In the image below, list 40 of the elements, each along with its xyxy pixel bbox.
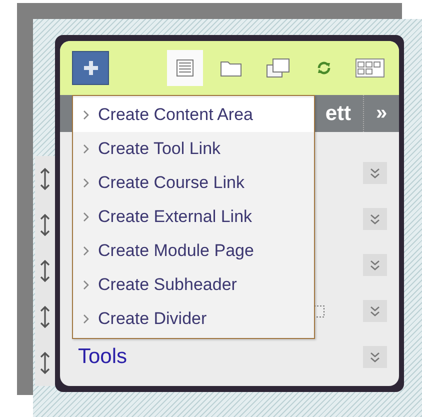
expand-button[interactable] bbox=[363, 208, 387, 230]
chevron-icon bbox=[83, 212, 89, 222]
drag-handle-icon[interactable] bbox=[40, 305, 50, 329]
expand-button[interactable] bbox=[363, 254, 387, 276]
expand-button[interactable] bbox=[363, 300, 387, 322]
menu-item[interactable]: Create Divider bbox=[73, 302, 314, 336]
menu-link[interactable]: Tools bbox=[78, 345, 128, 369]
toolbar-button[interactable] bbox=[167, 50, 203, 86]
menu-item[interactable]: Create Course Link bbox=[73, 166, 314, 200]
list-icon bbox=[176, 59, 194, 77]
drag-handle-icon[interactable] bbox=[40, 351, 50, 375]
windows-icon bbox=[266, 58, 290, 78]
chevron-icon bbox=[83, 246, 89, 256]
chevron-icon bbox=[83, 144, 89, 154]
header-title: ett bbox=[325, 102, 352, 126]
drag-handle-icon[interactable] bbox=[40, 167, 50, 191]
drag-handle-icon[interactable] bbox=[40, 213, 50, 237]
folder-icon bbox=[220, 59, 242, 77]
expand-button[interactable] bbox=[363, 346, 387, 368]
menu-item[interactable]: Create Tool Link bbox=[73, 132, 314, 166]
refresh-icon bbox=[316, 60, 332, 76]
chevron-icon bbox=[83, 280, 89, 290]
add-button[interactable] bbox=[72, 51, 110, 85]
chevron-icon bbox=[83, 110, 89, 120]
expand-button[interactable] bbox=[363, 162, 387, 184]
double-chevron-icon bbox=[369, 351, 381, 363]
collapse-button[interactable]: » bbox=[363, 95, 399, 132]
menu-item[interactable]: Create Module Page bbox=[73, 234, 314, 268]
double-chevron-icon bbox=[369, 259, 381, 271]
chevron-icon bbox=[83, 178, 89, 188]
menu-item[interactable]: Create Subheader bbox=[73, 268, 314, 302]
double-chevron-icon bbox=[369, 213, 381, 225]
menu-item[interactable]: Create External Link bbox=[73, 200, 314, 234]
drag-handle-icon[interactable] bbox=[40, 259, 50, 283]
chevron-icon bbox=[83, 314, 89, 324]
double-chevron-icon bbox=[369, 305, 381, 317]
grid-icon bbox=[355, 58, 386, 78]
menu-item[interactable]: Create Content Area bbox=[73, 98, 314, 132]
plus-icon bbox=[82, 60, 99, 76]
double-chevron-icon bbox=[369, 167, 381, 179]
